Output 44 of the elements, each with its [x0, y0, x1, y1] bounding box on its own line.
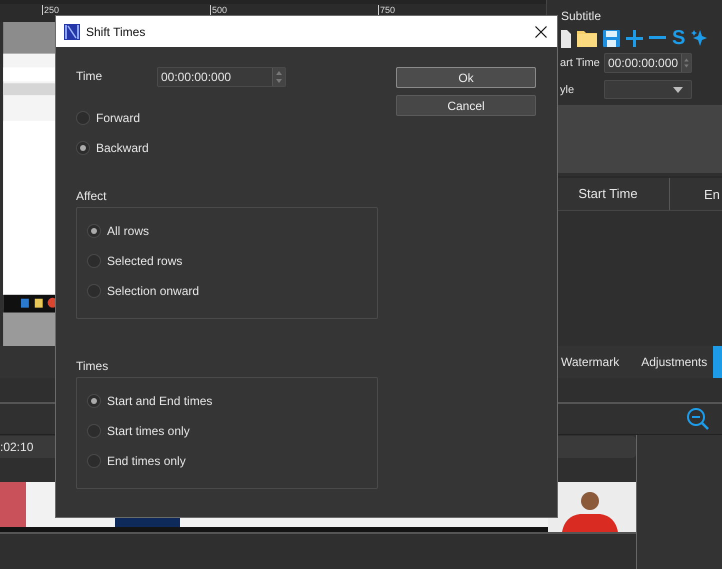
radio-button[interactable] — [87, 424, 101, 438]
radio-button[interactable] — [87, 394, 101, 408]
group-title: Times — [76, 359, 110, 373]
radio-label[interactable]: Start and End times — [107, 394, 212, 408]
start-time-field[interactable]: 00:00:00:000 — [604, 52, 692, 72]
radio-label[interactable]: End times only — [107, 454, 186, 468]
plus-icon[interactable] — [626, 30, 643, 46]
s-icon[interactable]: S — [672, 28, 686, 48]
radio-label[interactable]: Start times only — [107, 424, 190, 438]
caret-icon — [673, 86, 683, 92]
time-field[interactable]: 00:00:00:000 — [157, 67, 286, 87]
field-label: yle — [560, 84, 576, 96]
time-label: :02:10 — [0, 440, 34, 454]
sparkle-icon[interactable] — [691, 30, 708, 46]
panel-title: Subtitle — [560, 8, 602, 24]
radio-button[interactable] — [76, 141, 90, 155]
window-title: Shift Times — [86, 24, 146, 38]
spinner-arrows-icon — [272, 68, 285, 86]
dialog-button[interactable]: Cancel — [396, 95, 536, 116]
field-label: art Time — [560, 56, 601, 68]
time-label: Time — [76, 68, 104, 83]
column-header[interactable]: En — [670, 186, 720, 202]
radio-button[interactable] — [87, 284, 101, 298]
minus-icon[interactable] — [649, 36, 666, 40]
radio-label[interactable]: Forward — [96, 111, 140, 125]
tab[interactable]: Adjustments — [641, 346, 708, 378]
radio-label[interactable]: Selection onward — [107, 284, 200, 298]
save-icon[interactable] — [603, 30, 620, 46]
radio-button[interactable] — [76, 111, 90, 125]
radio-label[interactable]: Selected rows — [107, 254, 182, 268]
tab[interactable]: Watermark — [561, 346, 620, 378]
radio-label[interactable]: Backward — [96, 141, 149, 155]
folder-icon[interactable] — [577, 29, 597, 47]
radio-button[interactable] — [87, 224, 101, 238]
close-icon[interactable] — [535, 26, 547, 38]
radio-label[interactable]: All rows — [107, 224, 150, 238]
document-icon[interactable] — [561, 28, 571, 48]
radio-button[interactable] — [87, 454, 101, 468]
zoom-out-icon[interactable] — [686, 407, 710, 431]
film-icon — [64, 24, 80, 40]
radio-button[interactable] — [87, 254, 101, 268]
spinner-arrows-icon — [681, 54, 691, 72]
dialog-button[interactable]: Ok — [396, 67, 536, 88]
group-title: Affect — [76, 189, 108, 203]
